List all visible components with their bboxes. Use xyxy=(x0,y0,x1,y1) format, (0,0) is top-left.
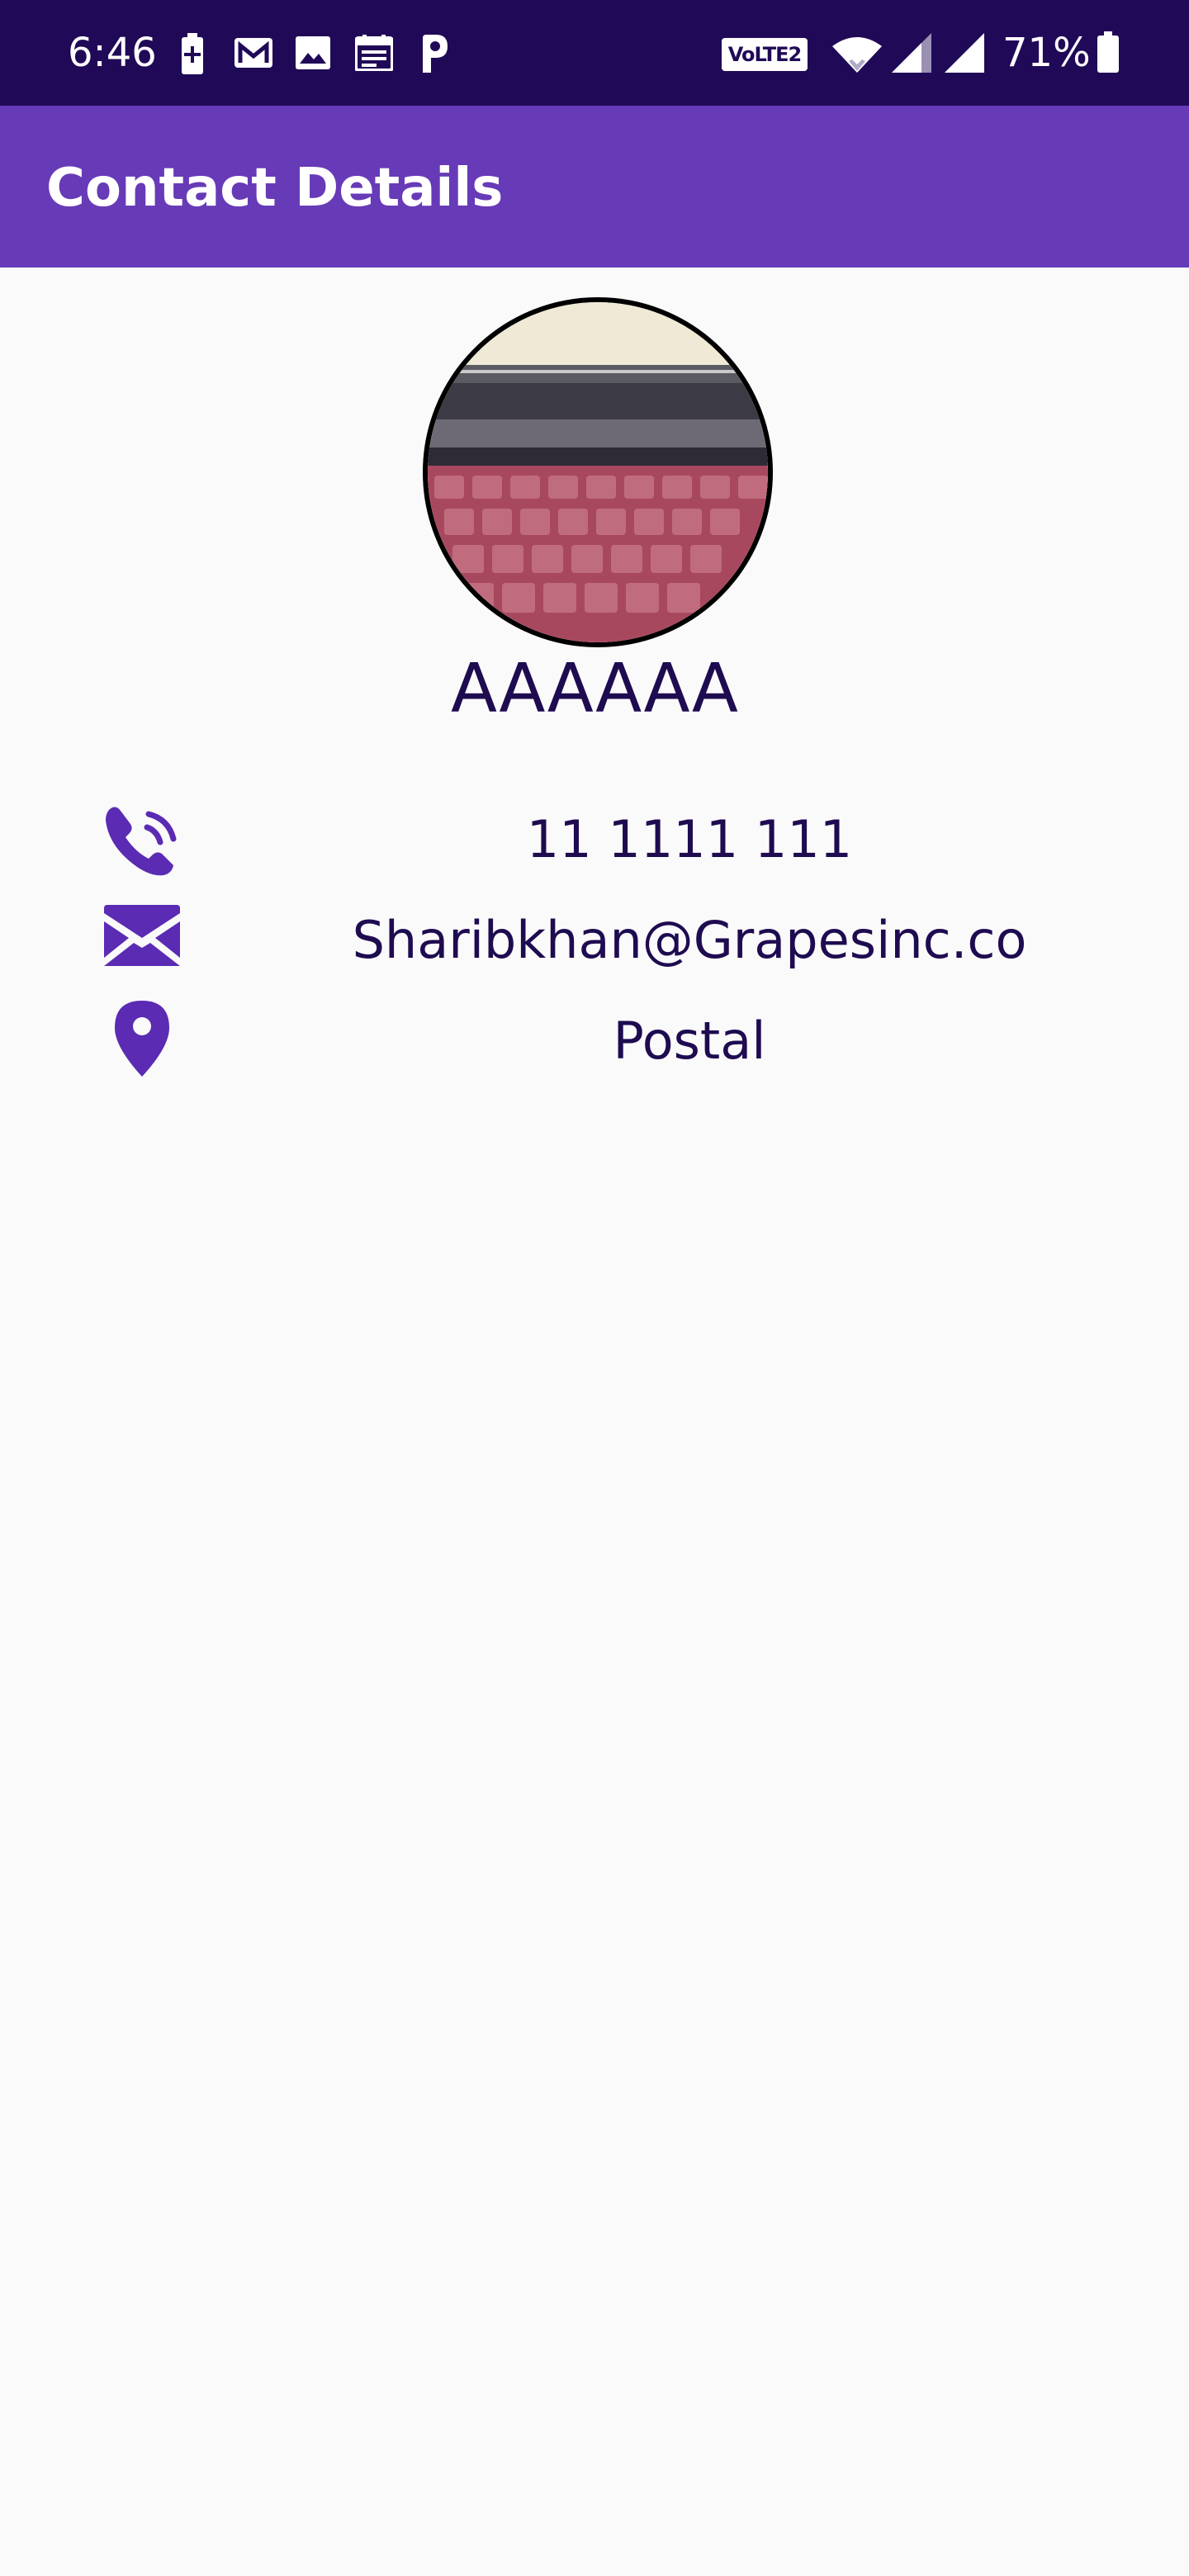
phone-icon[interactable] xyxy=(92,803,192,885)
signal-icon xyxy=(892,33,931,73)
gallery-icon xyxy=(296,36,330,69)
location-pin-icon[interactable] xyxy=(92,1001,192,1083)
status-time: 6:46 xyxy=(68,30,157,76)
email-address[interactable]: Sharibkhan@Grapesinc.co xyxy=(248,903,1131,978)
gmail-icon xyxy=(234,38,272,68)
battery-icon xyxy=(1097,31,1120,73)
contact-avatar[interactable] xyxy=(423,297,773,647)
wifi-icon xyxy=(831,35,883,73)
phone-number[interactable]: 11 1111 111 xyxy=(248,803,1131,877)
postal-address[interactable]: Postal xyxy=(248,1004,1131,1078)
email-icon[interactable] xyxy=(92,905,192,987)
battery-charging-icon xyxy=(180,33,205,74)
status-bar: 6:46 VoLTE2 71% xyxy=(0,0,1189,106)
page-title: Contact Details xyxy=(46,158,504,219)
contact-name: AAAAAA xyxy=(451,650,738,728)
parking-app-icon xyxy=(419,35,449,73)
calendar-icon xyxy=(355,35,393,71)
volte-badge: VoLTE2 xyxy=(722,38,808,71)
signal-icon xyxy=(945,33,984,73)
battery-percent: 71% xyxy=(1002,30,1091,76)
app-bar: Contact Details xyxy=(0,106,1189,268)
